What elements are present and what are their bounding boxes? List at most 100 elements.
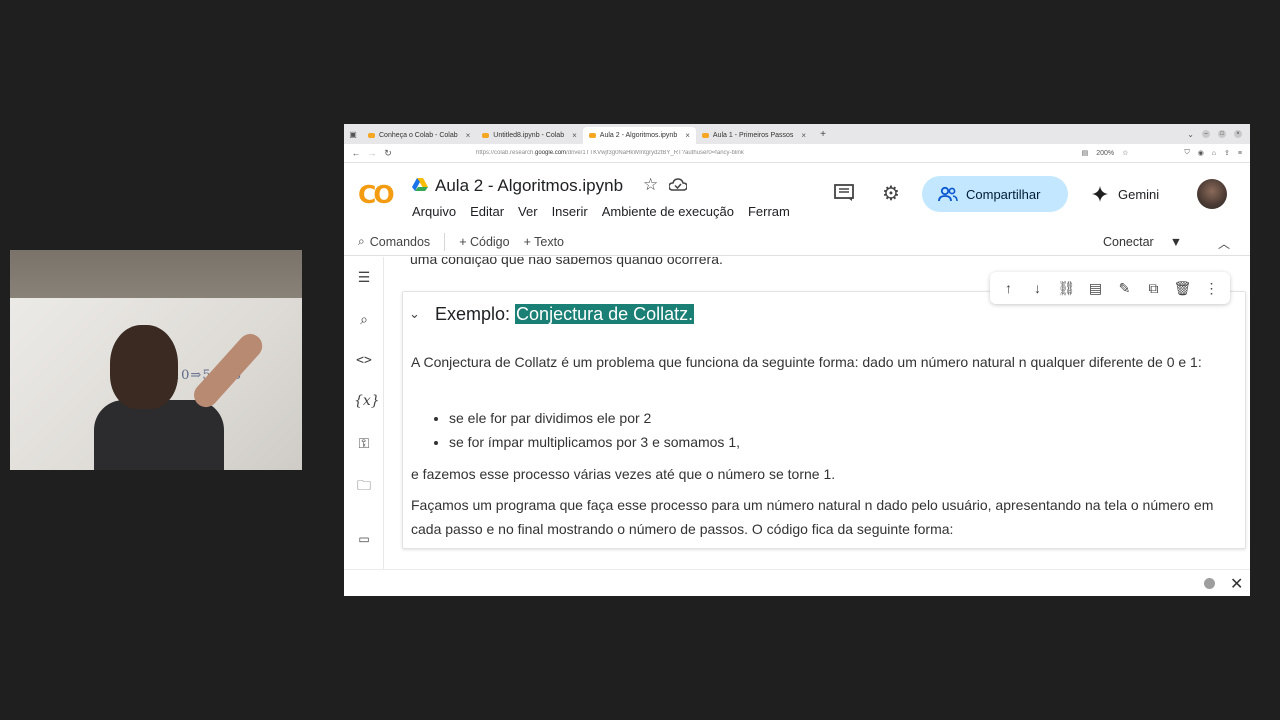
add-text-button[interactable]: + Texto xyxy=(524,235,564,249)
minimize-icon[interactable]: – xyxy=(1202,130,1210,138)
reload-icon[interactable]: ↻ xyxy=(380,148,396,159)
edit-pencil-icon[interactable]: ✎ xyxy=(1114,280,1136,297)
settings-gear-icon[interactable]: ⚙ xyxy=(882,184,900,204)
tab-close-icon[interactable]: × xyxy=(572,131,577,140)
tab-close-icon[interactable]: × xyxy=(685,131,690,140)
screen: ⇒10⇒5⇒16 ▣ Conheça o Colab - Colab × Unt… xyxy=(0,0,1280,720)
shield-icon[interactable]: ⛉ xyxy=(1184,149,1189,157)
notebook-title[interactable]: Aula 2 - Algoritmos.ipynb xyxy=(435,176,623,196)
heading-highlight: Conjectura de Collatz. xyxy=(515,304,695,324)
mirror-cell-icon[interactable]: ⧉ xyxy=(1143,280,1165,297)
list-item: se ele for par dividimos ele por 2 xyxy=(449,406,740,430)
menu-bar: Arquivo Editar Ver Inserir Ambiente de e… xyxy=(412,204,814,219)
previous-cell-text: uma condição que não sabemos quando ocor… xyxy=(410,257,723,267)
share-page-icon[interactable]: ⇪ xyxy=(1224,149,1230,157)
tab-close-icon[interactable]: × xyxy=(801,131,806,140)
extensions-icon[interactable]: ⌂ xyxy=(1212,150,1216,157)
menu-arquivo[interactable]: Arquivo xyxy=(412,204,456,219)
zoom-level[interactable]: 200% xyxy=(1096,150,1114,157)
address-field[interactable]: https://colab.research.google.com/drive/… xyxy=(476,150,1036,156)
code-snippets-icon[interactable]: <> xyxy=(354,351,374,371)
delete-icon[interactable]: 🗑 xyxy=(1172,280,1194,297)
tab-label: Aula 2 - Algoritmos.ipynb xyxy=(599,132,678,139)
status-bar: ✕ xyxy=(344,569,1250,596)
presenter-head xyxy=(110,325,178,409)
tab-untitled8[interactable]: Untitled8.ipynb - Colab × xyxy=(476,127,583,144)
paragraph-process: e fazemos esse processo várias vezes até… xyxy=(411,466,836,482)
colab-favicon-icon xyxy=(482,133,490,138)
more-options-icon[interactable]: ⋮ xyxy=(1201,280,1223,297)
tab-overview-icon[interactable]: ▣ xyxy=(344,130,362,139)
find-replace-icon[interactable]: ⌕ xyxy=(354,309,374,329)
connect-control[interactable]: Conectar ▼ xyxy=(1103,235,1182,249)
new-tab-button[interactable]: + xyxy=(820,129,826,140)
status-indicator-icon xyxy=(1204,578,1215,589)
back-icon[interactable]: ← xyxy=(348,148,364,158)
menu-editar[interactable]: Editar xyxy=(470,204,504,219)
menu-ambiente-execucao[interactable]: Ambiente de execução xyxy=(602,204,734,219)
menu-inserir[interactable]: Inserir xyxy=(552,204,588,219)
maximize-icon[interactable]: □ xyxy=(1218,130,1226,138)
heading-prefix: Exemplo: xyxy=(435,304,516,324)
share-label: Compartilhar xyxy=(966,186,1041,202)
cell-toolbar: ↑ ↓ ⛓ ▤ ✎ ⧉ 🗑 ⋮ xyxy=(990,272,1230,304)
tab-label: Untitled8.ipynb - Colab xyxy=(493,132,565,139)
colab-favicon-icon xyxy=(701,133,709,138)
share-button[interactable]: Compartilhar xyxy=(922,176,1068,212)
gemini-sparkle-icon xyxy=(1092,186,1108,202)
list-item: se for ímpar multiplicamos por 3 e somam… xyxy=(449,430,740,454)
tab-aula1[interactable]: Aula 1 - Primeiros Passos × xyxy=(696,127,812,144)
tab-aula2[interactable]: Aula 2 - Algoritmos.ipynb × xyxy=(582,127,696,144)
side-rail: ☰ ⌕ <> {x} ⚿ 🗀 ▭ xyxy=(344,257,384,569)
browser-menu-icon[interactable]: ≡ xyxy=(1238,150,1242,157)
forward-icon[interactable]: → xyxy=(364,148,380,158)
text-cell[interactable]: ⌄ Exemplo: Conjectura de Collatz. A Conj… xyxy=(402,291,1246,549)
secrets-key-icon[interactable]: ⚿ xyxy=(354,433,374,453)
gemini-label: Gemini xyxy=(1118,186,1160,202)
paragraph-program: Façamos um programa que faça esse proces… xyxy=(411,497,1214,537)
add-text-label: + Texto xyxy=(523,234,565,249)
chevron-down-icon[interactable]: ▼ xyxy=(1170,235,1182,249)
bookmark-star-icon[interactable]: ☆ xyxy=(1122,149,1128,157)
close-status-icon[interactable]: ✕ xyxy=(1230,574,1243,594)
menu-ver[interactable]: Ver xyxy=(518,204,538,219)
cloud-saved-icon xyxy=(669,178,687,191)
tab-conheca-colab[interactable]: Conheça o Colab - Colab × xyxy=(362,127,476,144)
add-code-button[interactable]: + Código xyxy=(459,235,509,249)
collapse-section-icon[interactable]: ⌄ xyxy=(409,306,420,322)
colab-header: CO Aula 2 - Algoritmos.ipynb ☆ Arquivo E… xyxy=(344,164,1250,228)
reader-icon[interactable]: ▤ xyxy=(1082,149,1089,157)
comments-icon[interactable] xyxy=(834,184,854,202)
collapse-header-icon[interactable]: ︿ xyxy=(1218,235,1230,252)
colab-favicon-icon xyxy=(368,133,375,138)
google-drive-icon[interactable] xyxy=(412,178,428,191)
url-path: /drive/1TTKVwjf3g0NaHkWIntgryd2fBY_RT?au… xyxy=(566,150,744,156)
tab-bar: ▣ Conheça o Colab - Colab × Untitled8.ip… xyxy=(344,124,1250,144)
connect-label: Conectar xyxy=(1103,235,1154,249)
close-window-icon[interactable]: × xyxy=(1234,130,1242,138)
gemini-button[interactable]: Gemini xyxy=(1092,176,1159,212)
cell-heading: Exemplo: Conjectura de Collatz. xyxy=(435,304,695,325)
user-avatar[interactable] xyxy=(1197,179,1227,209)
variables-icon[interactable]: {x} xyxy=(354,391,380,411)
move-up-icon[interactable]: ↑ xyxy=(998,280,1020,296)
tab-close-icon[interactable]: × xyxy=(466,131,471,140)
move-down-icon[interactable]: ↓ xyxy=(1027,280,1049,296)
star-icon[interactable]: ☆ xyxy=(643,175,658,195)
colab-logo[interactable]: CO xyxy=(358,180,395,209)
notebook-toolbar: ⌕ Comandos + Código + Texto Conectar ▼ ︿ xyxy=(344,228,1250,256)
terminal-icon[interactable]: ▭ xyxy=(354,529,374,549)
menu-ferramentas[interactable]: Ferram xyxy=(748,204,790,219)
tab-list-icon[interactable]: ⌄ xyxy=(1187,130,1194,139)
table-of-contents-icon[interactable]: ☰ xyxy=(354,267,374,287)
files-folder-icon[interactable]: 🗀 xyxy=(354,475,374,495)
rules-list: se ele for par dividimos ele por 2 se fo… xyxy=(449,406,740,454)
search-icon: ⌕ xyxy=(358,234,365,248)
commands-button[interactable]: ⌕ Comandos xyxy=(358,234,430,249)
link-icon[interactable]: ⛓ xyxy=(1056,280,1078,297)
account-icon[interactable]: ◉ xyxy=(1198,149,1204,157)
tab-label: Conheça o Colab - Colab xyxy=(379,132,458,139)
comment-icon[interactable]: ▤ xyxy=(1085,280,1107,297)
url-prefix: https://colab.research. xyxy=(476,150,536,156)
browser-window: ▣ Conheça o Colab - Colab × Untitled8.ip… xyxy=(344,124,1250,596)
